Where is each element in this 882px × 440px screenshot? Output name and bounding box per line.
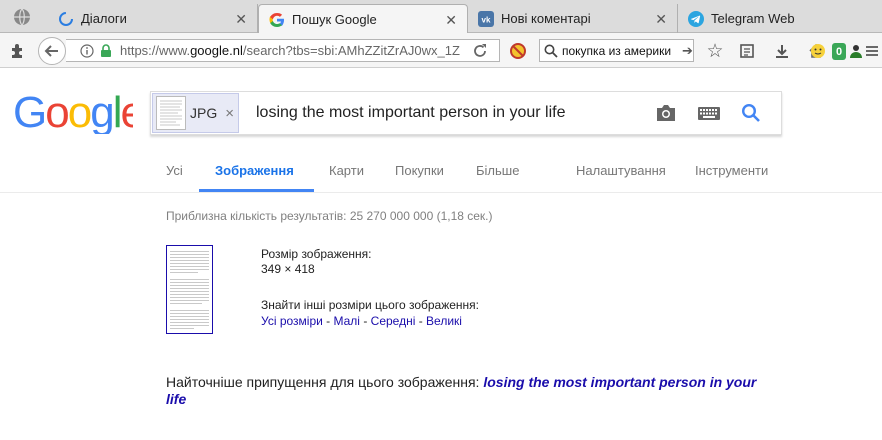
link-medium[interactable]: Середні bbox=[371, 314, 416, 328]
close-tab-icon[interactable]: ✕ bbox=[655, 11, 667, 28]
tab-telegram-web[interactable]: Telegram Web bbox=[678, 4, 882, 33]
tab-dialogs[interactable]: Діалоги ✕ bbox=[48, 4, 258, 33]
adblock-icon[interactable] bbox=[508, 41, 528, 61]
extension-badge[interactable]: 0 bbox=[832, 43, 846, 60]
best-guess-label: Найточніше припущення для цього зображен… bbox=[166, 374, 480, 390]
tab-label: Нові коментарі bbox=[501, 11, 591, 26]
link-separator: - bbox=[415, 314, 427, 328]
navigation-bar: https://www.google.nl/search?tbs=sbi:AMh… bbox=[0, 33, 882, 68]
tab-label: Пошук Google bbox=[292, 12, 377, 27]
browser-search-input[interactable] bbox=[562, 43, 682, 58]
tab-label: Діалоги bbox=[81, 11, 127, 26]
query-image-thumbnail[interactable] bbox=[166, 245, 213, 334]
link-large[interactable]: Великі bbox=[426, 314, 462, 328]
tab-shopping[interactable]: Покупки bbox=[395, 163, 444, 178]
link-separator: - bbox=[359, 314, 371, 328]
menu-icon[interactable] bbox=[862, 41, 882, 61]
google-logo[interactable]: Google bbox=[13, 88, 145, 137]
google-search-box[interactable]: JPG × losing the most important person i… bbox=[150, 91, 782, 135]
link-separator: - bbox=[322, 314, 334, 328]
tab-more[interactable]: Більше bbox=[476, 163, 519, 178]
tab-settings[interactable]: Налаштування bbox=[576, 163, 666, 178]
bookmark-star-icon[interactable]: ☆ bbox=[705, 41, 725, 62]
image-size-label: Розмір зображення: bbox=[261, 247, 372, 261]
link-all-sizes[interactable]: Усі розміри bbox=[261, 314, 323, 328]
tab-list-globe-icon[interactable] bbox=[12, 7, 34, 27]
go-arrow-icon[interactable]: ➔ bbox=[682, 43, 693, 59]
tab-google-search[interactable]: Пошук Google ✕ bbox=[258, 4, 468, 34]
lock-icon bbox=[101, 43, 111, 57]
tab-label: Telegram Web bbox=[711, 11, 795, 26]
search-query[interactable]: losing the most important person in your… bbox=[256, 104, 565, 122]
back-button[interactable] bbox=[38, 37, 66, 65]
tab-tools[interactable]: Інструменти bbox=[695, 163, 768, 178]
reload-icon[interactable] bbox=[470, 41, 490, 61]
image-size-value: 349 × 418 bbox=[261, 262, 315, 276]
tab-images[interactable]: Зображення bbox=[215, 163, 294, 178]
tab-maps[interactable]: Карти bbox=[329, 163, 364, 178]
best-guess: Найточніше припущення для цього зображен… bbox=[166, 374, 776, 408]
search-icon[interactable] bbox=[741, 103, 761, 128]
close-tab-icon[interactable]: ✕ bbox=[235, 11, 247, 28]
link-small[interactable]: Малі bbox=[334, 314, 360, 328]
info-icon[interactable] bbox=[80, 43, 94, 58]
browser-tab-bar: Діалоги ✕ Пошук Google ✕ vk Нові комента… bbox=[0, 0, 882, 34]
vk-icon: vk bbox=[478, 10, 494, 27]
search-tabs: Усі Зображення Карти Покупки Більше Нала… bbox=[0, 150, 882, 193]
tab-all[interactable]: Усі bbox=[166, 163, 183, 178]
google-g-icon bbox=[269, 12, 285, 28]
find-other-sizes-label: Знайти інші розміри цього зображення: bbox=[261, 298, 480, 312]
extension-face-icon[interactable] bbox=[810, 43, 826, 59]
search-image-chip[interactable]: JPG × bbox=[152, 93, 239, 133]
chip-remove-icon[interactable]: × bbox=[225, 105, 234, 122]
search-icon bbox=[544, 44, 558, 58]
size-links: Усі розміри - Малі - Середні - Великі bbox=[261, 314, 462, 328]
download-icon[interactable] bbox=[772, 41, 792, 61]
camera-icon[interactable] bbox=[655, 104, 677, 127]
result-stats: Приблизна кількість результатів: 25 270 … bbox=[166, 209, 493, 223]
url-text: https://www.google.nl/search?tbs=sbi:AMh… bbox=[120, 43, 460, 58]
chip-thumbnail bbox=[156, 96, 186, 130]
close-tab-icon[interactable]: ✕ bbox=[445, 12, 457, 29]
svg-text:Google: Google bbox=[13, 90, 133, 134]
tab-vk-comments[interactable]: vk Нові коментарі ✕ bbox=[468, 4, 678, 33]
active-tab-indicator bbox=[199, 189, 314, 192]
url-bar[interactable]: https://www.google.nl/search?tbs=sbi:AMh… bbox=[66, 39, 500, 62]
telegram-icon bbox=[688, 10, 704, 27]
puzzle-icon[interactable] bbox=[8, 41, 28, 61]
svg-text:vk: vk bbox=[482, 15, 491, 24]
loading-ring-icon bbox=[58, 11, 74, 27]
keyboard-icon[interactable] bbox=[698, 107, 720, 125]
reading-list-icon[interactable] bbox=[737, 41, 757, 61]
arrow-left-icon bbox=[44, 45, 58, 57]
chip-label: JPG bbox=[190, 105, 218, 121]
browser-search-bar[interactable]: ➔ bbox=[539, 39, 694, 62]
